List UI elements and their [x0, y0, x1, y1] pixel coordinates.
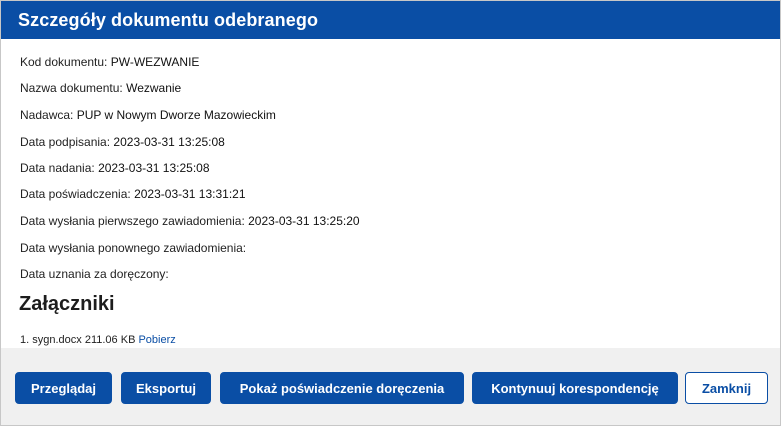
field-label: Data podpisania:: [20, 135, 111, 149]
field-value: 2023-03-31 13:31:21: [134, 187, 246, 201]
field-value: 2023-03-31 13:25:20: [248, 214, 360, 228]
show-certificate-button[interactable]: Pokaż poświadczenie doręczenia: [220, 372, 464, 404]
field-sender: Nadawca: PUP w Nowym Dworze Mazowieckim: [20, 108, 276, 122]
field-label: Nazwa dokumentu:: [20, 81, 123, 95]
field-repeat-notification-date: Data wysłania ponownego zawiadomienia:: [20, 241, 246, 255]
field-certification-date: Data poświadczenia: 2023-03-31 13:31:21: [20, 187, 246, 201]
field-value: 2023-03-31 13:25:08: [98, 161, 210, 175]
field-label: Kod dokumentu:: [20, 55, 108, 69]
field-value: Wezwanie: [126, 81, 182, 95]
attachment-size: 211.06 KB: [84, 334, 136, 346]
field-first-notification-date: Data wysłania pierwszego zawiadomienia: …: [20, 214, 360, 228]
export-button[interactable]: Eksportuj: [121, 372, 211, 404]
close-button[interactable]: Zamknij: [685, 372, 768, 404]
dialog-title: Szczegóły dokumentu odebranego: [18, 9, 319, 30]
browse-button[interactable]: Przeglądaj: [15, 372, 112, 404]
attachments-heading: Załączniki: [19, 293, 115, 315]
field-label: Data uznania za doręczony:: [20, 267, 169, 281]
field-value: PW-WEZWANIE: [110, 55, 200, 69]
attachment-item: 1. sygn.docx 211.06 KB Pobierz: [20, 334, 176, 346]
field-label: Data nadania:: [20, 161, 95, 175]
field-value: PUP w Nowym Dworze Mazowieckim: [76, 108, 276, 122]
continue-correspondence-button[interactable]: Kontynuuj korespondencję: [472, 372, 678, 404]
field-value: 2023-03-31 13:25:08: [113, 135, 225, 149]
attachment-index: 1.: [20, 334, 30, 346]
document-details-dialog: Szczegóły dokumentu odebranego Kod dokum…: [0, 0, 781, 426]
download-link[interactable]: Pobierz: [138, 334, 175, 346]
field-document-code: Kod dokumentu: PW-WEZWANIE: [20, 55, 199, 69]
field-label: Data wysłania pierwszego zawiadomienia:: [20, 214, 245, 228]
field-label: Data poświadczenia:: [20, 187, 131, 201]
field-document-name: Nazwa dokumentu: Wezwanie: [20, 81, 181, 95]
field-label: Nadawca:: [20, 108, 74, 122]
dialog-header: Szczegóły dokumentu odebranego: [1, 1, 780, 39]
field-sending-date: Data nadania: 2023-03-31 13:25:08: [20, 161, 210, 175]
field-label: Data wysłania ponownego zawiadomienia:: [20, 241, 247, 255]
field-signing-date: Data podpisania: 2023-03-31 13:25:08: [20, 135, 225, 149]
dialog-body: Kod dokumentu: PW-WEZWANIE Nazwa dokumen…: [1, 39, 780, 348]
attachment-filename: sygn.docx: [32, 334, 82, 346]
field-delivery-recognition-date: Data uznania za doręczony:: [20, 267, 169, 281]
dialog-footer: Przeglądaj Eksportuj Pokaż poświadczenie…: [1, 348, 780, 425]
